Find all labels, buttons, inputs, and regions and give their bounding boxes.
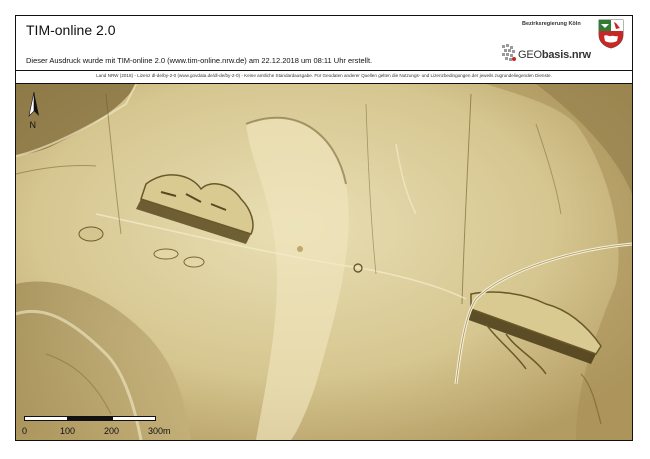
geobasis-mark-icon: [502, 44, 516, 61]
geobasis-logo: GEObasis.nrw: [500, 42, 592, 66]
map-view[interactable]: N 0 100 200 300m: [16, 84, 632, 440]
scale-bar: 0 100 200 300m: [22, 416, 192, 438]
scale-segment: [112, 416, 156, 421]
geobasis-wordmark: GEObasis.nrw: [518, 49, 591, 61]
north-arrow-icon: N: [28, 92, 39, 130]
nrw-coat-of-arms-icon: [598, 19, 624, 49]
organization-name: Bezirksregierung Köln: [522, 21, 581, 27]
hillshade-terrain: [16, 84, 632, 440]
scale-segment: [24, 416, 68, 421]
page-title: TIM-online 2.0: [26, 22, 116, 38]
scale-label: 300m: [148, 426, 171, 436]
scale-label: 0: [22, 426, 28, 436]
header-divider: [16, 70, 632, 71]
scale-segment: [68, 416, 112, 421]
print-frame: TIM-online 2.0 Dieser Ausdruck wurde mit…: [15, 15, 633, 441]
scale-label: 200: [104, 426, 120, 436]
scale-label: 100: [60, 426, 76, 436]
license-notice: Land NRW (2018) - Lizenz dl-de/by-2-0 (w…: [96, 73, 552, 78]
print-info: Dieser Ausdruck wurde mit TIM-online 2.0…: [26, 56, 373, 65]
north-label: N: [30, 120, 37, 130]
